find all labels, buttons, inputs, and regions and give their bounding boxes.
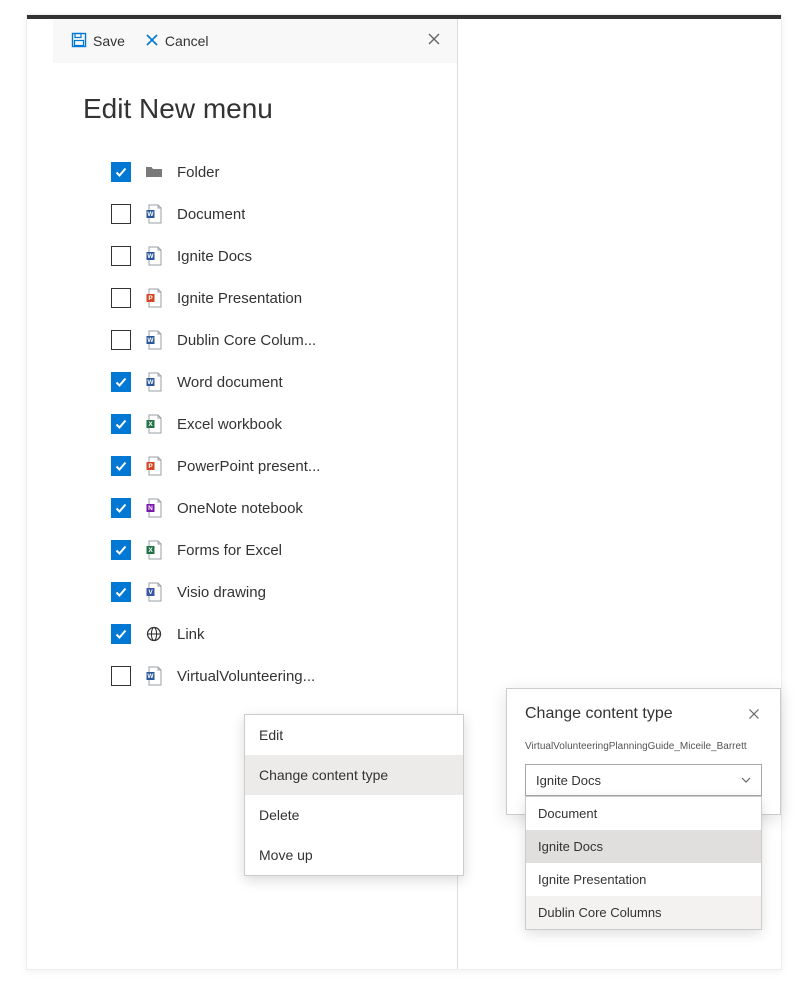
svg-text:W: W bbox=[147, 673, 154, 680]
item-checkbox[interactable] bbox=[111, 666, 131, 686]
item-checkbox[interactable] bbox=[111, 288, 131, 308]
item-checkbox[interactable] bbox=[111, 540, 131, 560]
dropdown-list: DocumentIgnite DocsIgnite PresentationDu… bbox=[525, 796, 762, 930]
item-label: PowerPoint present... bbox=[177, 458, 320, 475]
save-button[interactable]: Save bbox=[65, 28, 131, 55]
dropdown-option[interactable]: Ignite Presentation bbox=[526, 863, 761, 896]
svg-text:W: W bbox=[147, 253, 154, 260]
chevron-down-icon bbox=[741, 773, 751, 788]
svg-text:X: X bbox=[148, 421, 153, 428]
item-checkbox[interactable] bbox=[111, 456, 131, 476]
menu-item[interactable]: W Word document bbox=[111, 361, 427, 403]
svg-text:P: P bbox=[148, 463, 153, 470]
save-icon bbox=[71, 32, 87, 51]
word-icon: W bbox=[145, 246, 163, 266]
dropdown-option[interactable]: Document bbox=[526, 797, 761, 830]
panel-container: Save Cancel Edit New menu Folder W Documen… bbox=[26, 14, 782, 970]
word-icon: W bbox=[145, 204, 163, 224]
svg-text:N: N bbox=[148, 505, 153, 512]
menu-item[interactable]: V Visio drawing bbox=[111, 571, 427, 613]
item-label: Folder bbox=[177, 164, 220, 181]
callout-title: Change content type bbox=[525, 705, 673, 723]
callout-close-button[interactable] bbox=[746, 705, 762, 727]
menu-item[interactable]: X Excel workbook bbox=[111, 403, 427, 445]
svg-text:W: W bbox=[147, 211, 154, 218]
menu-item[interactable]: N OneNote notebook bbox=[111, 487, 427, 529]
menu-item[interactable]: Folder bbox=[111, 151, 427, 193]
item-label: Dublin Core Colum... bbox=[177, 332, 316, 349]
item-checkbox[interactable] bbox=[111, 246, 131, 266]
excel-icon: X bbox=[145, 414, 163, 434]
svg-text:V: V bbox=[148, 589, 153, 596]
item-checkbox[interactable] bbox=[111, 582, 131, 602]
item-label: Excel workbook bbox=[177, 416, 282, 433]
folder-icon bbox=[145, 162, 163, 182]
context-menu-item[interactable]: Delete bbox=[245, 795, 463, 835]
item-checkbox[interactable] bbox=[111, 162, 131, 182]
menu-item-list: Folder W Document W Ignite Docs P Ignite Prese… bbox=[83, 151, 427, 697]
svg-text:X: X bbox=[148, 547, 153, 554]
cancel-button[interactable]: Cancel bbox=[139, 29, 215, 54]
item-label: OneNote notebook bbox=[177, 500, 303, 517]
item-checkbox[interactable] bbox=[111, 414, 131, 434]
context-menu: EditChange content typeDeleteMove up bbox=[244, 714, 464, 876]
callout-subtitle: VirtualVolunteeringPlanningGuide_Miceile… bbox=[525, 741, 762, 752]
dropdown-option[interactable]: Ignite Docs bbox=[526, 830, 761, 863]
item-label: Visio drawing bbox=[177, 584, 266, 601]
item-label: Forms for Excel bbox=[177, 542, 282, 559]
link-icon bbox=[145, 624, 163, 644]
context-menu-item[interactable]: Move up bbox=[245, 835, 463, 875]
panel-title: Edit New menu bbox=[83, 93, 427, 125]
item-label: Ignite Docs bbox=[177, 248, 252, 265]
context-menu-item[interactable]: Edit bbox=[245, 715, 463, 755]
menu-item[interactable]: X Forms for Excel bbox=[111, 529, 427, 571]
dropdown-button[interactable]: Ignite Docs bbox=[525, 764, 762, 796]
word-icon: W bbox=[145, 666, 163, 686]
item-checkbox[interactable] bbox=[111, 204, 131, 224]
svg-text:P: P bbox=[148, 295, 153, 302]
menu-item[interactable]: P PowerPoint present... bbox=[111, 445, 427, 487]
powerpoint-icon: P bbox=[145, 456, 163, 476]
menu-item[interactable]: P Ignite Presentation bbox=[111, 277, 427, 319]
item-checkbox[interactable] bbox=[111, 498, 131, 518]
svg-text:W: W bbox=[147, 337, 154, 344]
visio-icon: V bbox=[145, 582, 163, 602]
close-icon bbox=[748, 707, 760, 724]
close-icon bbox=[427, 33, 441, 50]
onenote-icon: N bbox=[145, 498, 163, 518]
item-checkbox[interactable] bbox=[111, 624, 131, 644]
excel-icon: X bbox=[145, 540, 163, 560]
panel-body: Edit New menu Folder W Document W Ignite Doc… bbox=[53, 63, 457, 697]
save-label: Save bbox=[93, 33, 125, 49]
dropdown-option[interactable]: Dublin Core Columns bbox=[526, 896, 761, 929]
cancel-x-icon bbox=[145, 33, 159, 50]
dropdown-selected-label: Ignite Docs bbox=[536, 773, 601, 788]
menu-item[interactable]: Link bbox=[111, 613, 427, 655]
word-icon: W bbox=[145, 372, 163, 392]
item-label: VirtualVolunteering... bbox=[177, 668, 315, 685]
item-label: Word document bbox=[177, 374, 283, 391]
callout-header: Change content type bbox=[525, 705, 762, 727]
close-panel-button[interactable] bbox=[423, 28, 445, 55]
svg-text:W: W bbox=[147, 379, 154, 386]
word-icon: W bbox=[145, 330, 163, 350]
cancel-label: Cancel bbox=[165, 33, 209, 49]
item-checkbox[interactable] bbox=[111, 372, 131, 392]
change-content-type-callout: Change content type VirtualVolunteeringP… bbox=[506, 688, 781, 815]
context-menu-item[interactable]: Change content type bbox=[245, 755, 463, 795]
item-label: Document bbox=[177, 206, 245, 223]
menu-item[interactable]: W Dublin Core Colum... bbox=[111, 319, 427, 361]
content-type-dropdown: Ignite Docs DocumentIgnite DocsIgnite Pr… bbox=[525, 764, 762, 796]
panel-toolbar: Save Cancel bbox=[53, 19, 457, 63]
item-label: Ignite Presentation bbox=[177, 290, 302, 307]
menu-item[interactable]: W Document bbox=[111, 193, 427, 235]
menu-item[interactable]: W Ignite Docs bbox=[111, 235, 427, 277]
item-checkbox[interactable] bbox=[111, 330, 131, 350]
item-label: Link bbox=[177, 626, 205, 643]
powerpoint-icon: P bbox=[145, 288, 163, 308]
menu-item[interactable]: W VirtualVolunteering... bbox=[111, 655, 427, 697]
